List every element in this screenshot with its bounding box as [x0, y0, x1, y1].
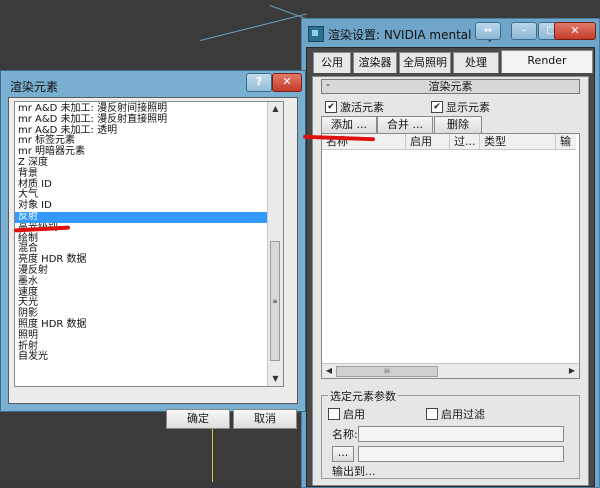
close-icon[interactable]: ✕ — [272, 73, 302, 92]
render-setup-client: 公用 渲染器 全局照明 处理 Render Elements - 渲染元素 ✔ … — [306, 47, 595, 487]
help-icon[interactable]: ? — [246, 73, 272, 92]
column-header-enabled[interactable]: 启用 — [406, 134, 450, 150]
list-item[interactable]: mr A&D 未加工: 漫反射间接照明 — [18, 104, 167, 114]
name-field[interactable] — [358, 426, 564, 442]
list-item[interactable]: 对象 ID — [18, 201, 52, 211]
scroll-right-icon[interactable]: ▶ — [566, 365, 578, 377]
enable-filter-checkbox[interactable] — [426, 408, 438, 420]
list-item[interactable]: 亮度 HDR 数据 — [18, 255, 87, 265]
next-section-label: 输出到... — [332, 465, 376, 478]
tab-renderer[interactable]: 渲染器 — [353, 52, 397, 73]
render-setup-titlebar[interactable]: 渲染设置: NVIDIA mental ray ⇔ – □ ✕ — [302, 19, 599, 47]
tab-processing[interactable]: 处理 — [453, 52, 499, 73]
list-item[interactable]: 材质 ID — [18, 179, 52, 190]
list-item[interactable]: 漫反射 — [18, 266, 48, 276]
selected-element-params-group: 选定元素参数 启用 启用过滤 名称: ... 输出到... — [321, 388, 580, 479]
tab-render-elements[interactable]: Render Elements — [501, 50, 593, 87]
delete-button[interactable]: 删除 — [434, 116, 482, 134]
list-item[interactable]: 折射 — [18, 341, 38, 352]
render-setup-title: 渲染设置: NVIDIA mental ray — [328, 28, 495, 42]
list-item[interactable]: 背景 — [18, 168, 38, 179]
scroll-left-icon[interactable]: ◀ — [323, 365, 335, 377]
activate-elements-label: 激活元素 — [340, 101, 384, 114]
list-item[interactable]: 速度 — [18, 287, 38, 298]
display-elements-label: 显示元素 — [446, 101, 490, 114]
list-item[interactable]: mr A&D 未加工: 透明 — [18, 125, 117, 136]
column-header-filter[interactable]: 过... — [450, 134, 480, 150]
element-list[interactable]: 自发光 折射 照明 照度 HDR 数据 阴影 天光 速度 墨水 漫反射 亮度 HDR 数据 混合 绘制… — [14, 101, 284, 387]
dialog-title: 渲染元素 — [10, 80, 59, 94]
rollout-header[interactable]: - 渲染元素 — [321, 78, 580, 94]
vertical-scrollbar[interactable]: ▲ ≡ ▼ — [267, 102, 283, 386]
list-item[interactable]: Z 深度 — [18, 158, 48, 168]
column-header-type[interactable]: 类型 — [480, 134, 556, 150]
enable-filter-label: 启用过滤 — [441, 408, 485, 421]
enable-checkbox[interactable] — [328, 408, 340, 420]
scroll-down-icon[interactable]: ▼ — [269, 373, 282, 385]
enable-label: 启用 — [343, 408, 365, 421]
close-icon[interactable]: ✕ — [554, 22, 596, 40]
list-item[interactable]: mr A&D 未加工: 漫反射直接照明 — [18, 114, 167, 125]
list-item[interactable]: 照明 — [18, 330, 38, 341]
list-item[interactable]: 照度 HDR 数据 — [18, 320, 87, 330]
minimize-icon[interactable]: – — [511, 22, 537, 40]
group-title: 选定元素参数 — [328, 388, 398, 404]
elements-table[interactable]: 名称 启用 过... 类型 输 ◀ ⁞⁞⁞ ▶ — [321, 133, 580, 379]
scroll-thumb[interactable]: ≡ — [270, 241, 280, 361]
list-item[interactable]: 天光 — [18, 298, 38, 308]
dialog-client: 自发光 折射 照明 照度 HDR 数据 阴影 天光 速度 墨水 漫反射 亮度 HDR 数据 混合 绘制… — [8, 97, 298, 429]
column-header-output[interactable]: 输 — [556, 134, 576, 150]
merge-button[interactable]: 合并 ... — [377, 116, 433, 134]
list-item[interactable]: 阴影 — [18, 309, 38, 319]
display-elements-checkbox[interactable]: ✔ — [431, 101, 443, 113]
cancel-button[interactable]: 取消 — [233, 409, 297, 429]
list-item[interactable]: 反射 — [15, 212, 283, 223]
activate-elements-checkbox[interactable]: ✔ — [325, 101, 337, 113]
rollout-title: 渲染元素 — [428, 80, 473, 93]
list-item[interactable]: 绘制 — [18, 233, 38, 244]
tab-global-illumination[interactable]: 全局照明 — [399, 52, 451, 73]
horizontal-scrollbar[interactable]: ◀ ⁞⁞⁞ ▶ — [322, 363, 579, 378]
render-setup-window: 渲染设置: NVIDIA mental ray ⇔ – □ ✕ 公用 渲染器 全… — [301, 18, 600, 488]
render-elements-dialog: 渲染元素 ? ✕ 自发光 折射 照明 照度 HDR 数据 阴影 天光 速度 墨水 漫反射 亮度 H… — [0, 70, 306, 429]
scroll-up-icon[interactable]: ▲ — [269, 103, 282, 115]
browse-button[interactable]: ... — [332, 446, 354, 462]
restore-icon[interactable]: ⇔ — [475, 22, 501, 40]
list-item[interactable]: mr 明暗器元素 — [18, 147, 85, 157]
list-item[interactable]: 墨水 — [18, 276, 38, 287]
output-path-field[interactable] — [358, 446, 564, 462]
list-item[interactable]: 大气 — [18, 190, 38, 200]
list-item[interactable]: mr 标签元素 — [18, 136, 75, 146]
add-button[interactable]: 添加 ... — [321, 116, 377, 134]
app-icon — [308, 26, 324, 42]
scroll-thumb[interactable]: ⁞⁞⁞ — [336, 366, 438, 377]
list-item[interactable]: 自发光 — [18, 352, 48, 362]
ok-button[interactable]: 确定 — [166, 409, 230, 429]
viewport-line — [200, 13, 307, 41]
name-label: 名称: — [332, 428, 358, 441]
list-item[interactable]: 混合 — [18, 244, 38, 254]
tab-common[interactable]: 公用 — [313, 52, 351, 73]
